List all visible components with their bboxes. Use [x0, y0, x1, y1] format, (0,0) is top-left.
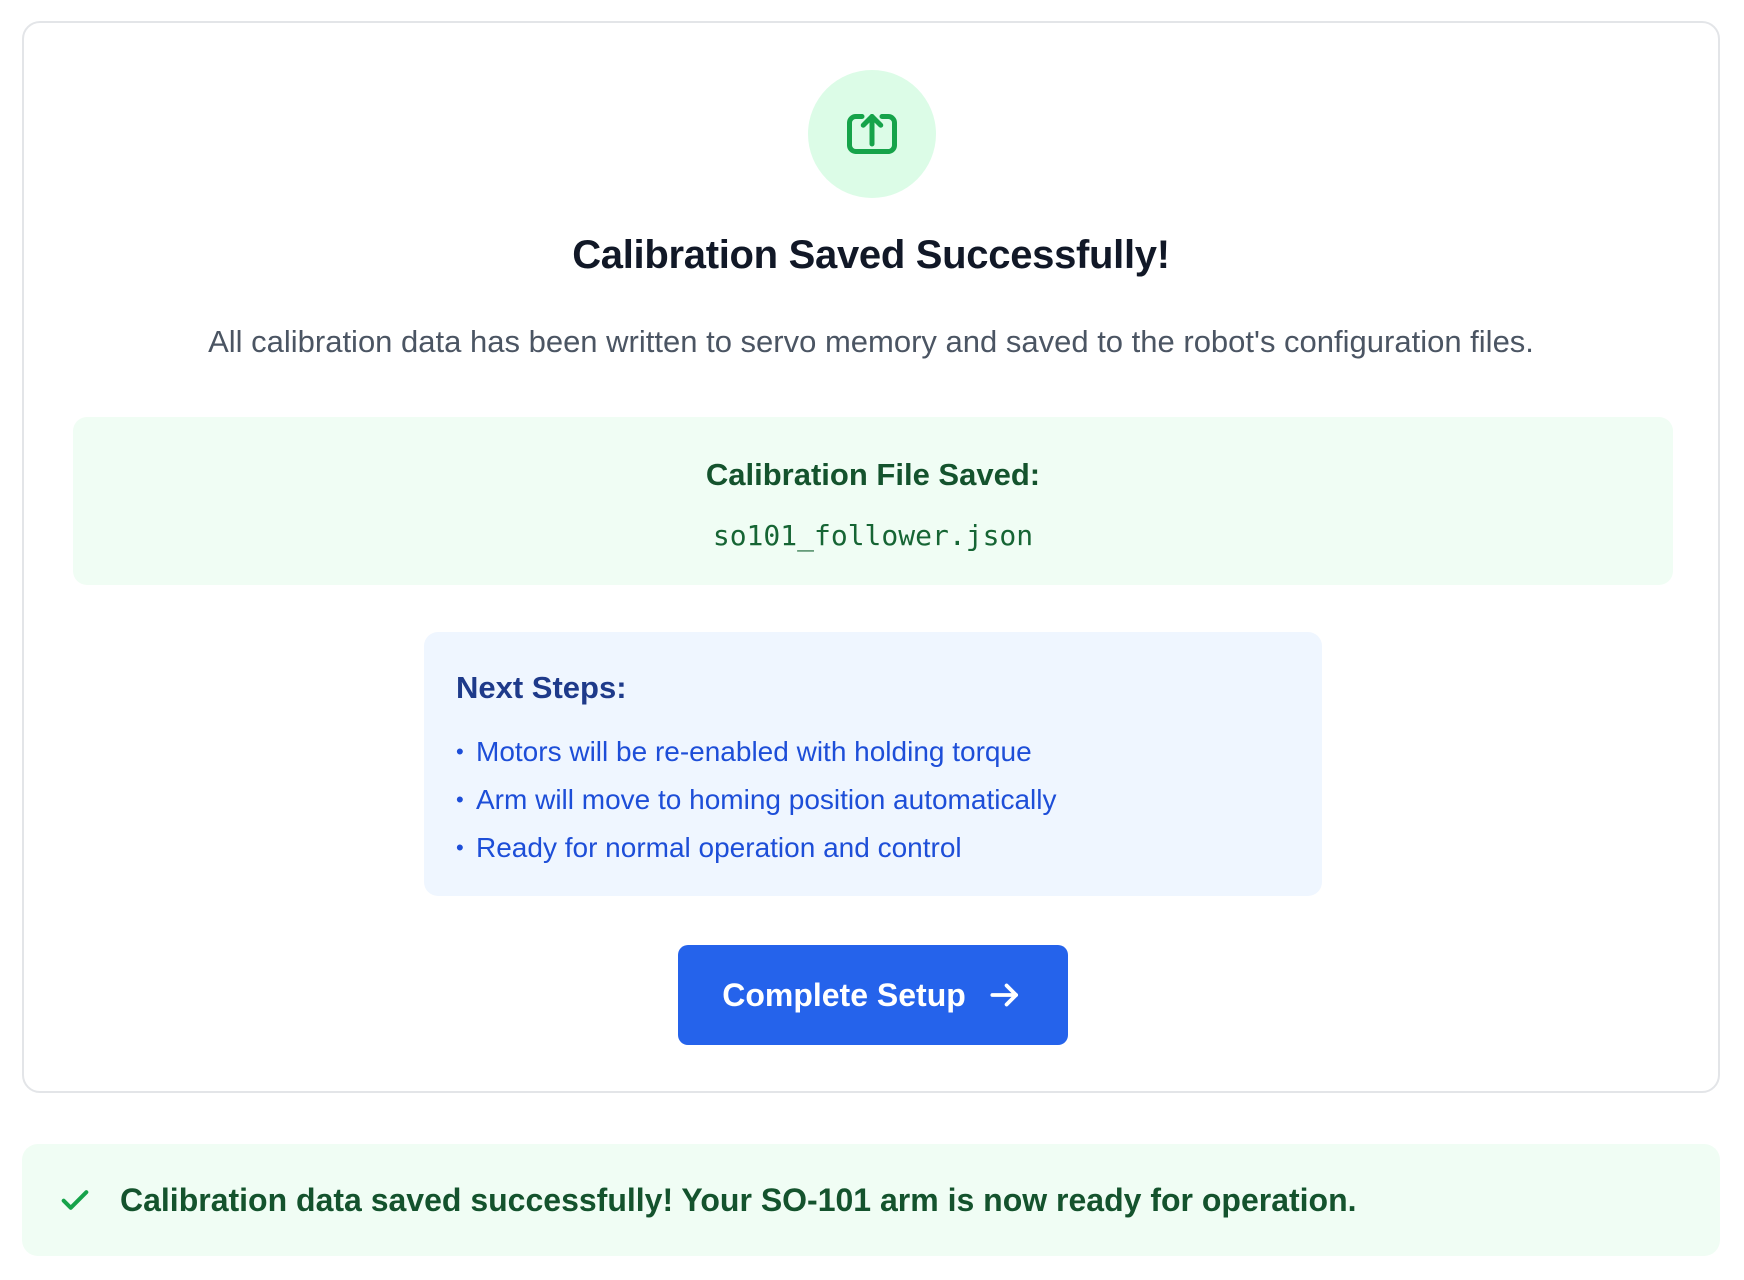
list-item: • Motors will be re-enabled with holding…: [456, 728, 1290, 776]
next-steps-panel: Next Steps: • Motors will be re-enabled …: [424, 632, 1322, 896]
next-step-text: Ready for normal operation and control: [476, 832, 962, 863]
success-icon-circle: [808, 70, 936, 198]
calibration-file-label: Calibration File Saved:: [705, 457, 1041, 492]
next-step-text: Arm will move to homing position automat…: [476, 784, 1057, 815]
calibration-file-panel: Calibration File Saved: so101_follower.j…: [73, 417, 1673, 585]
toast-message: Calibration data saved successfully! You…: [120, 1181, 1357, 1218]
next-steps-title: Next Steps:: [456, 670, 627, 705]
complete-setup-button[interactable]: Complete Setup: [678, 945, 1068, 1045]
bullet-icon: •: [456, 835, 464, 860]
calibration-file-name: so101_follower.json: [712, 519, 1034, 552]
success-toast: Calibration data saved successfully! You…: [22, 1144, 1720, 1256]
page-title: Calibration Saved Successfully!: [572, 233, 1170, 277]
bullet-icon: •: [456, 739, 464, 764]
next-steps-list: • Motors will be re-enabled with holding…: [456, 728, 1290, 872]
calibration-success-card: Calibration Saved Successfully! All cali…: [22, 21, 1720, 1093]
next-step-text: Motors will be re-enabled with holding t…: [476, 736, 1032, 767]
list-item: • Ready for normal operation and control: [456, 824, 1290, 872]
page-subtitle: All calibration data has been written to…: [208, 324, 1534, 359]
upload-icon: [847, 114, 897, 154]
complete-setup-label: Complete Setup: [722, 976, 966, 1013]
check-icon: [58, 1183, 92, 1217]
bullet-icon: •: [456, 787, 464, 812]
arrow-right-icon: [990, 983, 1018, 1007]
list-item: • Arm will move to homing position autom…: [456, 776, 1290, 824]
